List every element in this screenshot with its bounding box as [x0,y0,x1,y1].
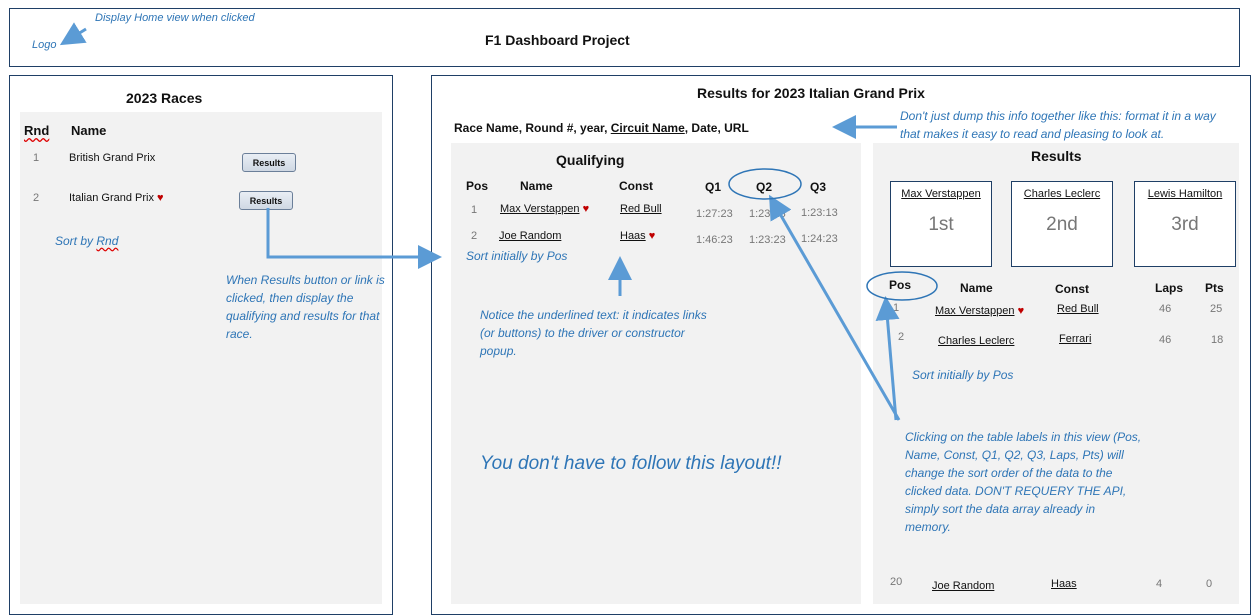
logo-arrow [59,22,87,46]
pos-highlight [866,271,938,301]
q2-highlight [728,168,802,200]
annotation-overlay [59,22,938,421]
results-link-arrow [266,208,442,269]
sort-to-q2-arrow [769,194,901,421]
